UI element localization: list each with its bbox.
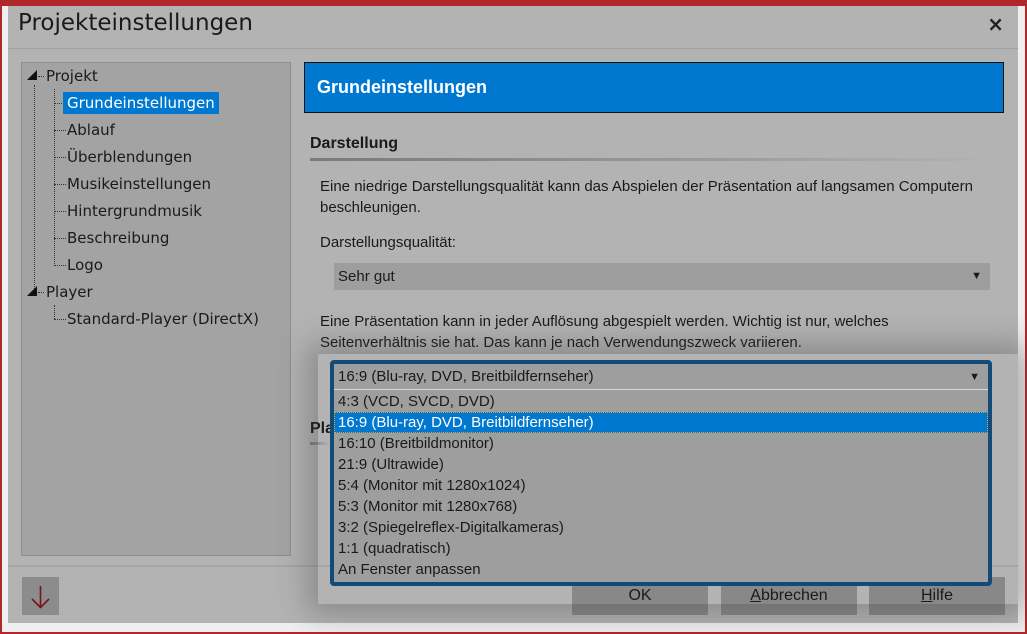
tree-item-ueberblendungen[interactable]: Überblendungen [67,146,192,168]
option-16-9[interactable]: 16:9 (Blu-ray, DVD, Breitbildfernseher) [334,412,988,433]
tree-line [54,130,66,131]
tree-line [54,305,55,319]
chevron-down-icon: ▼ [969,371,980,383]
option-5-4[interactable]: 5:4 (Monitor mit 1280x1024) [334,475,988,496]
tree-item-standard-player[interactable]: Standard-Player (DirectX) [67,308,259,330]
tree-line [54,238,66,239]
page-header: Grundeinstellungen [304,62,1004,113]
quality-select[interactable]: Sehr gut ▼ [334,263,990,290]
cancel-mnemonic: A [750,587,761,604]
section-divider [310,442,330,445]
tree-group-player[interactable]: Player [46,281,93,303]
quality-description: Eine niedrige Darstellungsqualität kann … [320,178,973,216]
quality-label: Darstellungsqualität: [320,234,456,251]
expand-triangle-icon[interactable] [27,70,37,80]
close-icon[interactable]: × [987,12,1004,36]
window-title: Projekteinstellungen [18,10,253,36]
aspect-ratio-current[interactable]: 16:9 (Blu-ray, DVD, Breitbildfernseher) … [334,364,988,390]
section-divider [310,158,1000,161]
dialog-window: Projekteinstellungen × Projekt Grundeins… [8,6,1018,623]
tree-item-grundeinstellungen[interactable]: Grundeinstellungen [63,92,219,114]
option-21-9[interactable]: 21:9 (Ultrawide) [334,454,988,475]
aspect-ratio-dropdown[interactable]: 16:9 (Blu-ray, DVD, Breitbildfernseher) … [330,360,992,586]
tree-line [54,184,66,185]
expand-triangle-icon[interactable] [27,286,37,296]
tree-line [54,211,66,212]
title-bar: Projekteinstellungen × [8,6,1018,48]
help-mnemonic: H [920,587,933,604]
tree-line [54,265,66,266]
tree-line [34,85,35,293]
aspect-ratio-options: 4:3 (VCD, SVCD, DVD) 16:9 (Blu-ray, DVD,… [334,391,988,580]
section-title-darstellung: Darstellung [310,135,399,152]
title-separator [8,48,1018,49]
arrow-down-icon [31,586,50,609]
help-label: ilfe [932,587,953,604]
tree-item-ablauf[interactable]: Ablauf [67,119,115,141]
option-16-10[interactable]: 16:10 (Breitbildmonitor) [334,433,988,454]
tree-item-hintergrundmusik[interactable]: Hintergrundmusik [67,200,202,222]
tree-item-musikeinstellungen[interactable]: Musikeinstellungen [67,173,211,195]
tree-line [38,76,44,77]
aspect-ratio-current-value: 16:9 (Blu-ray, DVD, Breitbildfernseher) [338,368,594,385]
tree-line [38,292,44,293]
tree-line [54,157,66,158]
chevron-down-icon: ▼ [971,270,982,282]
option-3-2[interactable]: 3:2 (Spiegelreflex-Digitalkameras) [334,517,988,538]
option-4-3[interactable]: 4:3 (VCD, SVCD, DVD) [334,391,988,412]
cancel-label: bbrechen [760,587,828,604]
option-1-1[interactable]: 1:1 (quadratisch) [334,538,988,559]
move-down-button[interactable] [22,577,59,615]
quality-select-value: Sehr gut [338,268,395,285]
tree-line [54,319,66,320]
tree-item-logo[interactable]: Logo [67,254,103,276]
tree-group-projekt[interactable]: Projekt [46,65,98,87]
ratio-description: Eine Präsentation kann in jeder Auflösun… [320,313,889,351]
tree-item-beschreibung[interactable]: Beschreibung [67,227,169,249]
option-5-3[interactable]: 5:3 (Monitor mit 1280x768) [334,496,988,517]
option-fit-window[interactable]: An Fenster anpassen [334,559,988,580]
settings-tree: Projekt Grundeinstellungen Ablauf Überbl… [21,62,291,556]
